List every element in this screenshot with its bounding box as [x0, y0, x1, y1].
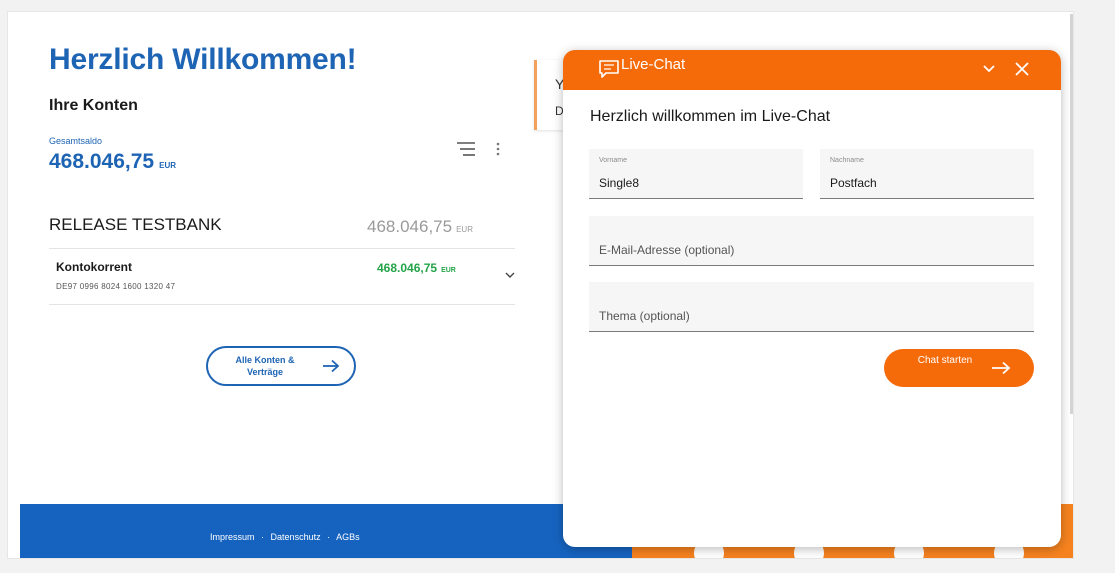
footer-links: Impressum · Datenschutz · AGBs	[210, 532, 360, 542]
bank-total-currency: EUR	[456, 225, 473, 234]
all-accounts-button[interactable]: Alle Konten & Verträge	[206, 346, 356, 386]
page-title: Herzlich Willkommen!	[49, 43, 357, 76]
close-icon[interactable]	[1013, 60, 1031, 78]
chat-title: Live-Chat	[621, 56, 686, 73]
bank-name: RELEASE TESTBANK	[49, 215, 222, 234]
chat-header: Live-Chat	[563, 50, 1061, 90]
accounts-heading: Ihre Konten	[49, 97, 138, 114]
scrollbar[interactable]	[1070, 14, 1073, 414]
footer-separator: ·	[261, 532, 265, 542]
last-name-field[interactable]: Nachname Postfach	[820, 149, 1034, 199]
chevron-down-icon[interactable]	[981, 62, 997, 76]
total-balance: 468.046,75 EUR	[49, 150, 176, 174]
bank-total: 468.046,75 EUR	[367, 217, 473, 237]
start-chat-button[interactable]: Chat starten	[884, 349, 1034, 387]
account-iban: DE97 0996 8024 1600 1320 47	[56, 282, 176, 291]
footer-link-impressum[interactable]: Impressum	[210, 532, 255, 542]
first-name-label: Vorname	[599, 157, 628, 164]
footer-separator: ·	[327, 532, 331, 542]
email-placeholder: E-Mail-Adresse (optional)	[599, 243, 735, 257]
email-field[interactable]: E-Mail-Adresse (optional)	[589, 216, 1034, 266]
online-banking-page: Herzlich Willkommen! Ihre Konten Gesamts…	[8, 12, 1073, 558]
chevron-down-icon[interactable]	[504, 270, 516, 280]
total-balance-value: 468.046,75	[49, 150, 155, 173]
account-name: Kontokorrent	[56, 260, 132, 274]
divider	[49, 248, 515, 249]
topic-placeholder: Thema (optional)	[599, 309, 690, 323]
total-balance-label: Gesamtsaldo	[49, 136, 103, 146]
account-balance-currency: EUR	[441, 267, 456, 274]
all-accounts-label: Alle Konten & Verträge	[235, 355, 295, 377]
account-balance: 468.046,75 EUR	[377, 261, 456, 275]
last-name-value: Postfach	[830, 176, 877, 190]
footer-link-agbs[interactable]: AGBs	[336, 532, 360, 542]
arrow-right-icon	[992, 361, 1011, 375]
total-balance-currency: EUR	[159, 161, 176, 170]
arrow-right-icon	[323, 359, 340, 373]
more-options-icon[interactable]	[494, 140, 502, 158]
divider	[49, 304, 515, 305]
footer-link-datenschutz[interactable]: Datenschutz	[271, 532, 321, 542]
account-balance-value: 468.046,75	[377, 261, 438, 275]
chat-bubble-icon	[599, 60, 619, 78]
first-name-value: Single8	[599, 176, 640, 190]
browser-viewport: Herzlich Willkommen! Ihre Konten Gesamts…	[0, 0, 1115, 573]
bank-total-value: 468.046,75	[367, 217, 453, 236]
filter-icon[interactable]	[456, 140, 476, 158]
first-name-field[interactable]: Vorname Single8	[589, 149, 803, 199]
last-name-label: Nachname	[830, 157, 864, 164]
chat-welcome-text: Herzlich willkommen im Live-Chat	[590, 108, 831, 125]
live-chat-panel: Live-Chat Herzlich willkommen im Live-Ch…	[563, 50, 1061, 547]
topic-field[interactable]: Thema (optional)	[589, 282, 1034, 332]
start-chat-label: Chat starten	[917, 355, 973, 366]
